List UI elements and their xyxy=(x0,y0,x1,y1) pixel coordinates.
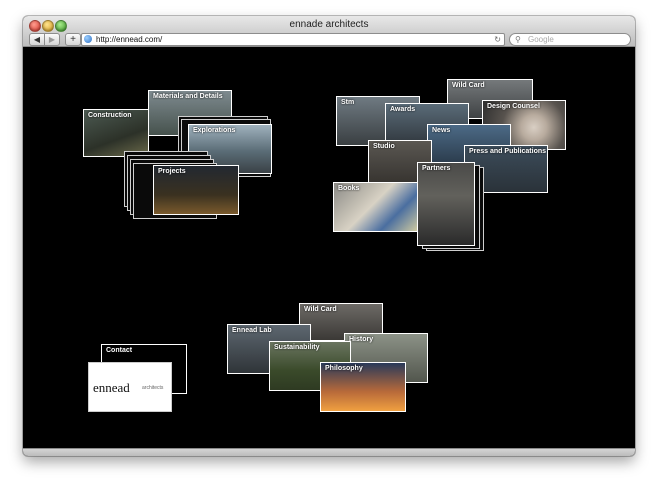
globe-icon xyxy=(84,35,92,43)
ennead-logo-card[interactable]: ennead architects xyxy=(88,362,172,412)
card-philosophy[interactable]: Philosophy xyxy=(320,362,406,412)
title-bar: ennade architects ◀ ▶ + http://ennead.co… xyxy=(23,16,635,47)
plus-icon: + xyxy=(70,34,76,45)
logo-subtitle: architects xyxy=(142,385,164,391)
back-arrow-icon: ◀ xyxy=(33,35,41,44)
search-placeholder[interactable]: Google xyxy=(528,34,554,45)
add-bookmark-button[interactable]: + xyxy=(65,33,81,46)
page-content: Construction Materials and Details Explo… xyxy=(23,47,635,448)
status-bar xyxy=(23,448,635,456)
forward-button[interactable]: ▶ xyxy=(44,33,60,46)
logo-wordmark: ennead xyxy=(93,380,130,395)
address-bar[interactable]: http://ennead.com/ ↻ xyxy=(81,33,505,46)
back-button[interactable]: ◀ xyxy=(29,33,45,46)
card-construction[interactable]: Construction xyxy=(83,109,149,157)
card-projects[interactable]: Projects xyxy=(153,165,239,215)
card-books[interactable]: Books xyxy=(333,182,421,232)
browser-window: ennade architects ◀ ▶ + http://ennead.co… xyxy=(23,16,635,456)
window-title: ennade architects xyxy=(289,19,369,30)
reload-icon[interactable]: ↻ xyxy=(494,34,501,45)
search-field[interactable]: ⚲ Google xyxy=(509,33,631,46)
forward-arrow-icon: ▶ xyxy=(48,35,56,44)
search-icon: ⚲ xyxy=(515,35,521,44)
card-partners[interactable]: Partners xyxy=(417,162,475,246)
url-text[interactable]: http://ennead.com/ xyxy=(96,34,162,45)
